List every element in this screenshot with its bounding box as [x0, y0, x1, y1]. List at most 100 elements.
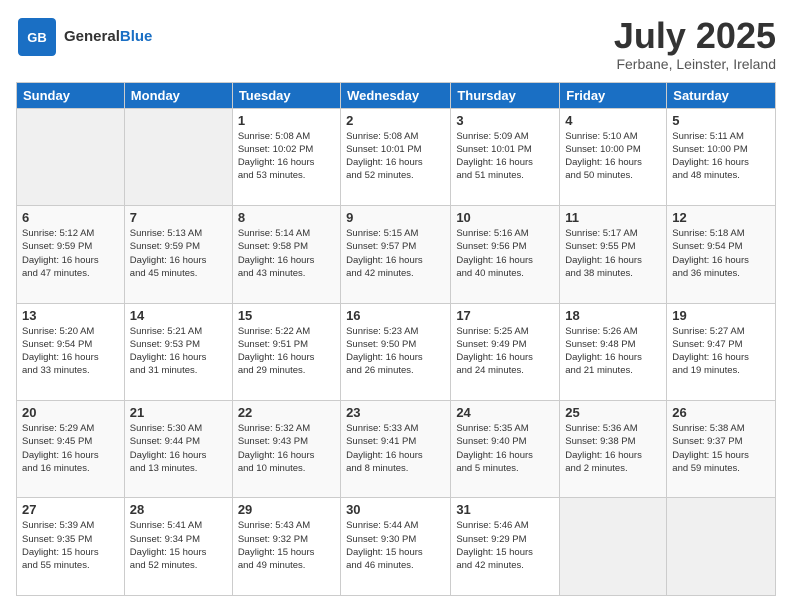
day-number: 20 [22, 405, 119, 420]
day-info: Sunrise: 5:32 AM Sunset: 9:43 PM Dayligh… [238, 422, 335, 475]
day-cell: 12 Sunrise: 5:18 AM Sunset: 9:54 PM Dayli… [667, 206, 776, 303]
day-cell: 19 Sunrise: 5:27 AM Sunset: 9:47 PM Dayli… [667, 303, 776, 400]
day-info: Sunrise: 5:23 AM Sunset: 9:50 PM Dayligh… [346, 325, 445, 378]
day-number: 29 [238, 502, 335, 517]
day-info: Sunrise: 5:39 AM Sunset: 9:35 PM Dayligh… [22, 519, 119, 572]
header: GB GeneralBlue July 2025 Ferbane, Leinst… [16, 16, 776, 72]
day-cell: 3 Sunrise: 5:09 AM Sunset: 10:01 PM Dayli… [451, 108, 560, 205]
weekday-header-friday: Friday [560, 82, 667, 108]
day-info: Sunrise: 5:17 AM Sunset: 9:55 PM Dayligh… [565, 227, 661, 280]
day-info: Sunrise: 5:11 AM Sunset: 10:00 PM Daylig… [672, 130, 770, 183]
day-cell: 4Sunrise: 5:10 AM Sunset: 10:00 PM Dayli… [560, 108, 667, 205]
day-info: Sunrise: 5:18 AM Sunset: 9:54 PM Dayligh… [672, 227, 770, 280]
day-cell: 22 Sunrise: 5:32 AM Sunset: 9:43 PM Dayli… [232, 401, 340, 498]
day-cell: 25 Sunrise: 5:36 AM Sunset: 9:38 PM Dayli… [560, 401, 667, 498]
day-cell: 24 Sunrise: 5:35 AM Sunset: 9:40 PM Dayli… [451, 401, 560, 498]
day-cell: 9Sunrise: 5:15 AM Sunset: 9:57 PM Daylig… [341, 206, 451, 303]
day-info: Sunrise: 5:25 AM Sunset: 9:49 PM Dayligh… [456, 325, 554, 378]
day-number: 23 [346, 405, 445, 420]
day-number: 9 [346, 210, 445, 225]
day-number: 12 [672, 210, 770, 225]
day-number: 24 [456, 405, 554, 420]
day-cell: 15Sunrise: 5:22 AM Sunset: 9:51 PM Dayli… [232, 303, 340, 400]
week-row-3: 13 Sunrise: 5:20 AM Sunset: 9:54 PM Dayli… [17, 303, 776, 400]
day-cell [560, 498, 667, 596]
day-number: 21 [130, 405, 227, 420]
day-number: 27 [22, 502, 119, 517]
day-cell: 6 Sunrise: 5:12 AM Sunset: 9:59 PM Daylig… [17, 206, 125, 303]
day-cell: 26 Sunrise: 5:38 AM Sunset: 9:37 PM Dayli… [667, 401, 776, 498]
svg-text:GB: GB [27, 30, 47, 45]
title-block: July 2025 Ferbane, Leinster, Ireland [614, 16, 776, 72]
weekday-header-thursday: Thursday [451, 82, 560, 108]
day-info: Sunrise: 5:29 AM Sunset: 9:45 PM Dayligh… [22, 422, 119, 475]
day-number: 2 [346, 113, 445, 128]
day-number: 10 [456, 210, 554, 225]
day-info: Sunrise: 5:26 AM Sunset: 9:48 PM Dayligh… [565, 325, 661, 378]
day-info: Sunrise: 5:27 AM Sunset: 9:47 PM Dayligh… [672, 325, 770, 378]
day-info: Sunrise: 5:46 AM Sunset: 9:29 PM Dayligh… [456, 519, 554, 572]
day-number: 6 [22, 210, 119, 225]
day-cell: 5 Sunrise: 5:11 AM Sunset: 10:00 PM Dayli… [667, 108, 776, 205]
weekday-header-wednesday: Wednesday [341, 82, 451, 108]
day-info: Sunrise: 5:09 AM Sunset: 10:01 PM Daylig… [456, 130, 554, 183]
day-number: 25 [565, 405, 661, 420]
day-cell: 16 Sunrise: 5:23 AM Sunset: 9:50 PM Dayli… [341, 303, 451, 400]
day-cell: 14 Sunrise: 5:21 AM Sunset: 9:53 PM Dayli… [124, 303, 232, 400]
day-info: Sunrise: 5:13 AM Sunset: 9:59 PM Dayligh… [130, 227, 227, 280]
day-number: 28 [130, 502, 227, 517]
day-info: Sunrise: 5:14 AM Sunset: 9:58 PM Dayligh… [238, 227, 335, 280]
day-info: Sunrise: 5:22 AM Sunset: 9:51 PM Dayligh… [238, 325, 335, 378]
weekday-header-tuesday: Tuesday [232, 82, 340, 108]
day-cell: 17Sunrise: 5:25 AM Sunset: 9:49 PM Dayli… [451, 303, 560, 400]
calendar-table: SundayMondayTuesdayWednesdayThursdayFrid… [16, 82, 776, 596]
day-info: Sunrise: 5:36 AM Sunset: 9:38 PM Dayligh… [565, 422, 661, 475]
day-number: 5 [672, 113, 770, 128]
day-cell [17, 108, 125, 205]
day-info: Sunrise: 5:08 AM Sunset: 10:02 PM Daylig… [238, 130, 335, 183]
day-number: 19 [672, 308, 770, 323]
weekday-header-row: SundayMondayTuesdayWednesdayThursdayFrid… [17, 82, 776, 108]
day-cell: 29Sunrise: 5:43 AM Sunset: 9:32 PM Dayli… [232, 498, 340, 596]
week-row-2: 6 Sunrise: 5:12 AM Sunset: 9:59 PM Daylig… [17, 206, 776, 303]
day-cell: 20 Sunrise: 5:29 AM Sunset: 9:45 PM Dayli… [17, 401, 125, 498]
day-info: Sunrise: 5:30 AM Sunset: 9:44 PM Dayligh… [130, 422, 227, 475]
day-info: Sunrise: 5:21 AM Sunset: 9:53 PM Dayligh… [130, 325, 227, 378]
day-number: 30 [346, 502, 445, 517]
day-number: 11 [565, 210, 661, 225]
day-cell: 23Sunrise: 5:33 AM Sunset: 9:41 PM Dayli… [341, 401, 451, 498]
weekday-header-monday: Monday [124, 82, 232, 108]
location-subtitle: Ferbane, Leinster, Ireland [614, 56, 776, 72]
week-row-4: 20 Sunrise: 5:29 AM Sunset: 9:45 PM Dayli… [17, 401, 776, 498]
day-cell: 11 Sunrise: 5:17 AM Sunset: 9:55 PM Dayli… [560, 206, 667, 303]
day-info: Sunrise: 5:20 AM Sunset: 9:54 PM Dayligh… [22, 325, 119, 378]
day-info: Sunrise: 5:16 AM Sunset: 9:56 PM Dayligh… [456, 227, 554, 280]
day-info: Sunrise: 5:41 AM Sunset: 9:34 PM Dayligh… [130, 519, 227, 572]
day-cell [667, 498, 776, 596]
week-row-5: 27 Sunrise: 5:39 AM Sunset: 9:35 PM Dayli… [17, 498, 776, 596]
day-number: 4 [565, 113, 661, 128]
day-info: Sunrise: 5:38 AM Sunset: 9:37 PM Dayligh… [672, 422, 770, 475]
day-number: 7 [130, 210, 227, 225]
weekday-header-sunday: Sunday [17, 82, 125, 108]
day-cell: 18Sunrise: 5:26 AM Sunset: 9:48 PM Dayli… [560, 303, 667, 400]
day-number: 3 [456, 113, 554, 128]
month-title: July 2025 [614, 16, 776, 56]
day-info: Sunrise: 5:35 AM Sunset: 9:40 PM Dayligh… [456, 422, 554, 475]
week-row-1: 1 Sunrise: 5:08 AM Sunset: 10:02 PM Dayli… [17, 108, 776, 205]
day-number: 13 [22, 308, 119, 323]
day-cell: 8Sunrise: 5:14 AM Sunset: 9:58 PM Daylig… [232, 206, 340, 303]
day-cell: 7 Sunrise: 5:13 AM Sunset: 9:59 PM Daylig… [124, 206, 232, 303]
day-number: 16 [346, 308, 445, 323]
logo-blue: Blue [120, 28, 153, 45]
day-cell: 1 Sunrise: 5:08 AM Sunset: 10:02 PM Dayli… [232, 108, 340, 205]
day-number: 26 [672, 405, 770, 420]
logo-general: General [64, 28, 120, 45]
day-info: Sunrise: 5:12 AM Sunset: 9:59 PM Dayligh… [22, 227, 119, 280]
day-number: 22 [238, 405, 335, 420]
day-number: 1 [238, 113, 335, 128]
day-cell: 31Sunrise: 5:46 AM Sunset: 9:29 PM Dayli… [451, 498, 560, 596]
weekday-header-saturday: Saturday [667, 82, 776, 108]
day-number: 14 [130, 308, 227, 323]
day-cell [124, 108, 232, 205]
